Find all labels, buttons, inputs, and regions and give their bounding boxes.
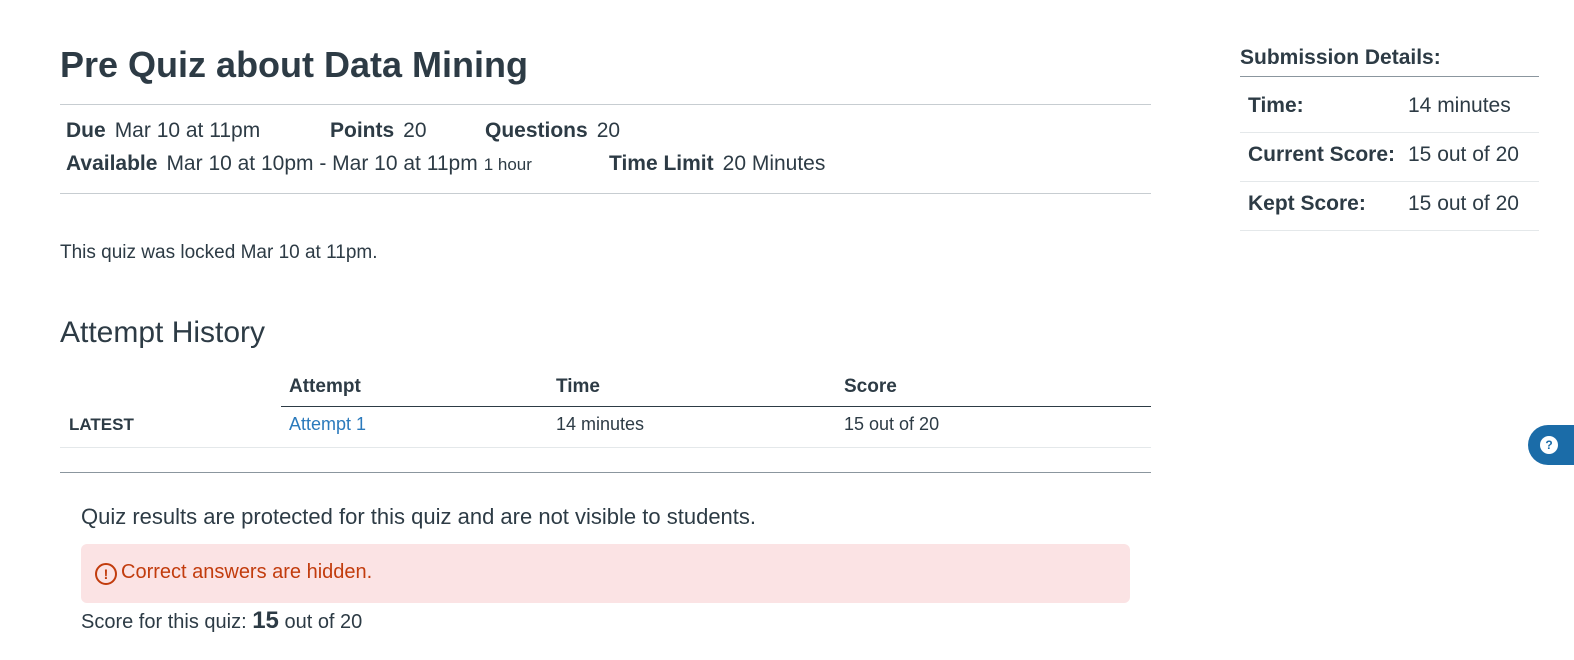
due-label: Due (66, 119, 106, 142)
attempt-history-title: Attempt History (60, 316, 266, 349)
page-title: Pre Quiz about Data Mining (60, 44, 529, 85)
table-row-divider (60, 447, 1151, 448)
kept-score-label: Kept Score: (1248, 192, 1366, 215)
time-limit-meta: Time Limit 20 Minutes (609, 152, 825, 176)
meta-divider (60, 193, 1151, 194)
time-value: 14 minutes (1408, 94, 1511, 117)
score-suffix: out of 20 (284, 611, 363, 633)
quiz-score: Score for this quiz: 15 out of 20 (81, 607, 362, 635)
time-limit-value: 20 Minutes (722, 152, 826, 175)
details-row-divider (1240, 132, 1539, 133)
header-divider (60, 104, 1151, 105)
attempt-time: 14 minutes (556, 414, 645, 434)
score-prefix: Score for this quiz: (81, 611, 247, 633)
available-value: Mar 10 at 10pm - Mar 10 at 11pm (166, 152, 478, 175)
available-label: Available (66, 152, 158, 175)
points-value: 20 (403, 119, 427, 142)
time-limit-label: Time Limit (609, 152, 714, 175)
questions-value: 20 (596, 119, 621, 142)
points-meta: Points 20 (330, 119, 427, 143)
help-icon: ? (1540, 436, 1558, 454)
submission-title-divider (1240, 76, 1539, 77)
time-label: Time: (1248, 94, 1304, 117)
questions-meta: Questions 20 (485, 119, 620, 143)
questions-label: Questions (485, 119, 588, 142)
points-label: Points (330, 119, 395, 142)
submission-details-title: Submission Details: (1240, 46, 1441, 69)
correct-answers-alert: ! Correct answers are hidden. (81, 544, 1130, 603)
details-row-divider (1240, 181, 1539, 182)
kept-score-value: 15 out of 20 (1408, 192, 1519, 215)
column-header-score: Score (844, 376, 897, 397)
protected-message: Quiz results are protected for this quiz… (81, 504, 757, 529)
table-header-divider (281, 406, 1151, 407)
column-header-attempt: Attempt (289, 376, 361, 397)
details-row-divider (1240, 230, 1539, 231)
latest-tag: LATEST (69, 415, 134, 434)
current-score-label: Current Score: (1248, 143, 1396, 166)
exclamation-circle-icon: ! (95, 563, 117, 585)
attempt-link[interactable]: Attempt 1 (289, 414, 366, 435)
column-header-time: Time (556, 376, 601, 397)
quiz-meta-row-2: Available Mar 10 at 10pm - Mar 10 at 11pm… (66, 152, 532, 176)
quiz-meta-row-1: Due Mar 10 at 11pm (66, 119, 260, 143)
locked-message: This quiz was locked Mar 10 at 11pm. (60, 242, 378, 263)
alert-text: Correct answers are hidden. (121, 561, 373, 583)
floating-help-button[interactable]: ? (1528, 425, 1574, 465)
due-value: Mar 10 at 11pm (114, 119, 261, 142)
current-score-value: 15 out of 20 (1408, 143, 1519, 166)
score-value: 15 (252, 607, 279, 634)
available-duration: 1 hour (483, 155, 532, 174)
results-divider (60, 472, 1151, 473)
attempt-score: 15 out of 20 (844, 414, 940, 434)
